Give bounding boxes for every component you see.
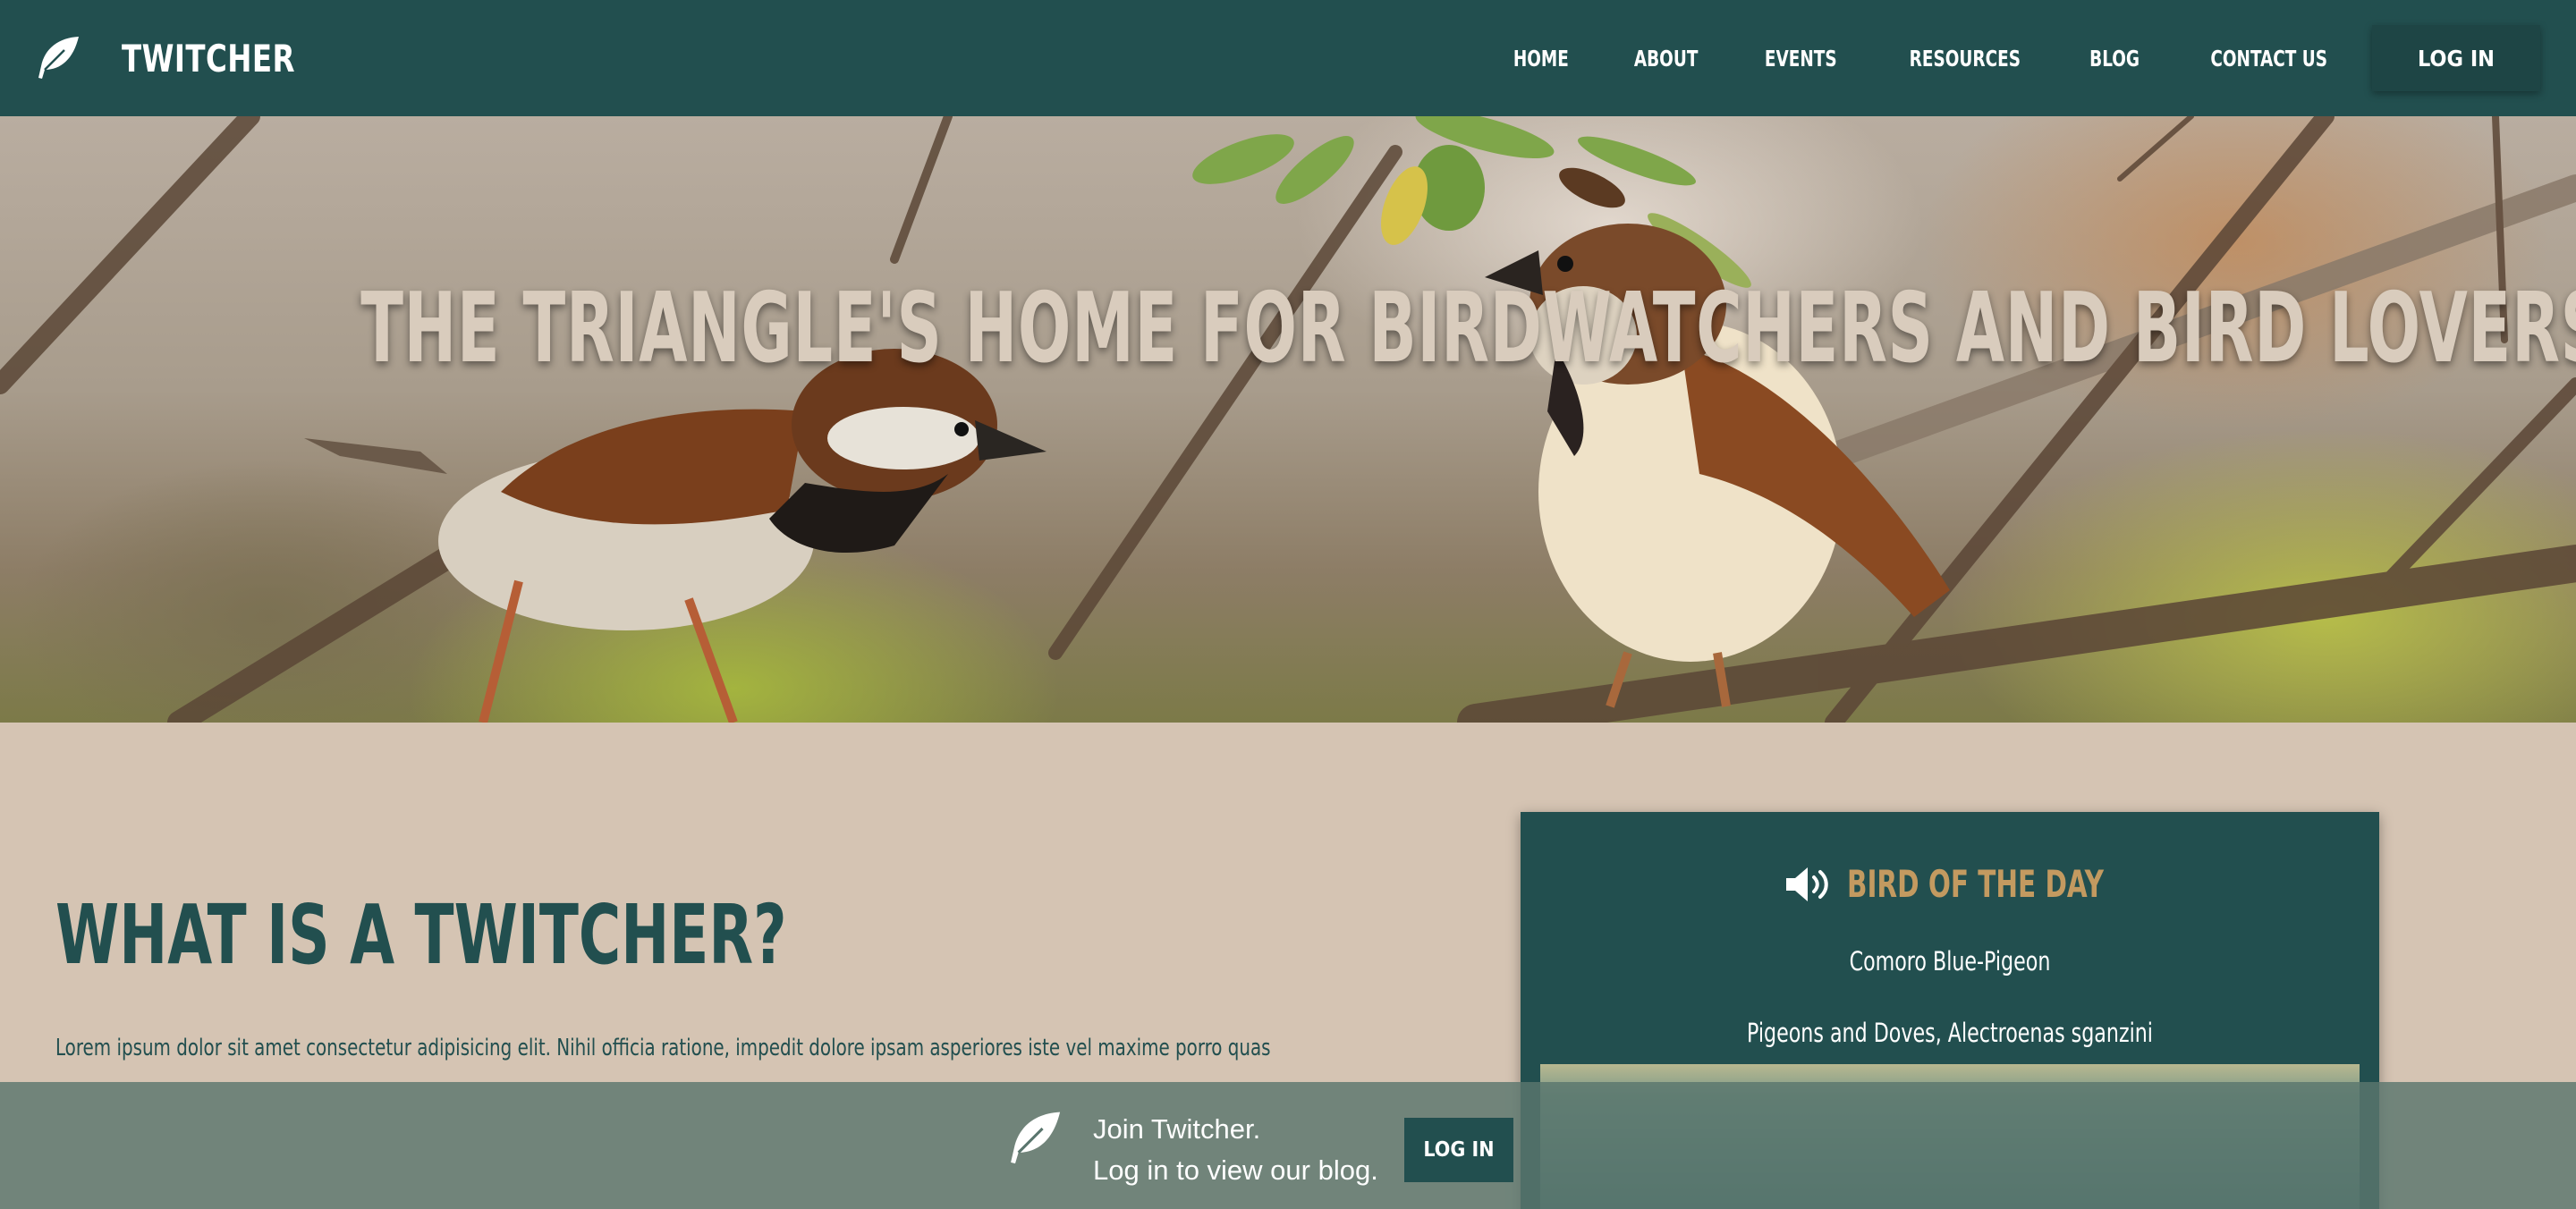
nav-about[interactable]: ABOUT <box>1634 46 1699 72</box>
about-text: Lorem ipsum dolor sit amet consectetur a… <box>55 1035 1271 1061</box>
nav-links: HOME ABOUT EVENTS RESOURCES BLOG CONTACT… <box>1455 0 2540 116</box>
banner-login-button[interactable]: LOG IN <box>1404 1118 1513 1182</box>
banner-line-2: Log in to view our blog. <box>1093 1154 1378 1186</box>
left-sparrow-image <box>304 349 1046 723</box>
about-heading: WHAT IS A TWITCHER? <box>55 887 787 983</box>
hero-image <box>0 116 2576 723</box>
top-navbar: TWITCHER HOME ABOUT EVENTS RESOURCES BLO… <box>0 0 2576 116</box>
hero-banner: THE TRIANGLE'S HOME FOR BIRDWATCHERS AND… <box>0 116 2576 723</box>
nav-events[interactable]: EVENTS <box>1765 46 1837 72</box>
feather-icon <box>38 37 79 79</box>
banner-text: Join Twitcher. Log in to view our blog. <box>1093 1109 1378 1191</box>
speaker-icon[interactable] <box>1784 866 1833 903</box>
brand-link[interactable]: TWITCHER <box>34 34 324 82</box>
banner-line-1: Join Twitcher. <box>1093 1113 1261 1145</box>
bird-of-the-day-title: BIRD OF THE DAY <box>1847 862 2104 906</box>
brand-name: TWITCHER <box>122 36 295 80</box>
nav-home[interactable]: HOME <box>1513 46 1569 72</box>
nav-contact-us[interactable]: CONTACT US <box>2210 46 2327 72</box>
bird-name: Comoro Blue-Pigeon <box>1849 946 2051 976</box>
bird-family: Pigeons and Doves, Alectroenas sganzini <box>1747 1018 2153 1048</box>
login-button[interactable]: LOG IN <box>2372 25 2540 91</box>
bird-of-the-day-header: BIRD OF THE DAY <box>1521 862 2379 906</box>
feather-icon <box>1011 1112 1061 1164</box>
nav-resources[interactable]: RESOURCES <box>1909 46 2020 72</box>
hero-title: THE TRIANGLE'S HOME FOR BIRDWATCHERS AND… <box>360 273 2576 385</box>
join-banner: Join Twitcher. Log in to view our blog. … <box>0 1082 2576 1209</box>
nav-blog[interactable]: BLOG <box>2090 46 2140 72</box>
